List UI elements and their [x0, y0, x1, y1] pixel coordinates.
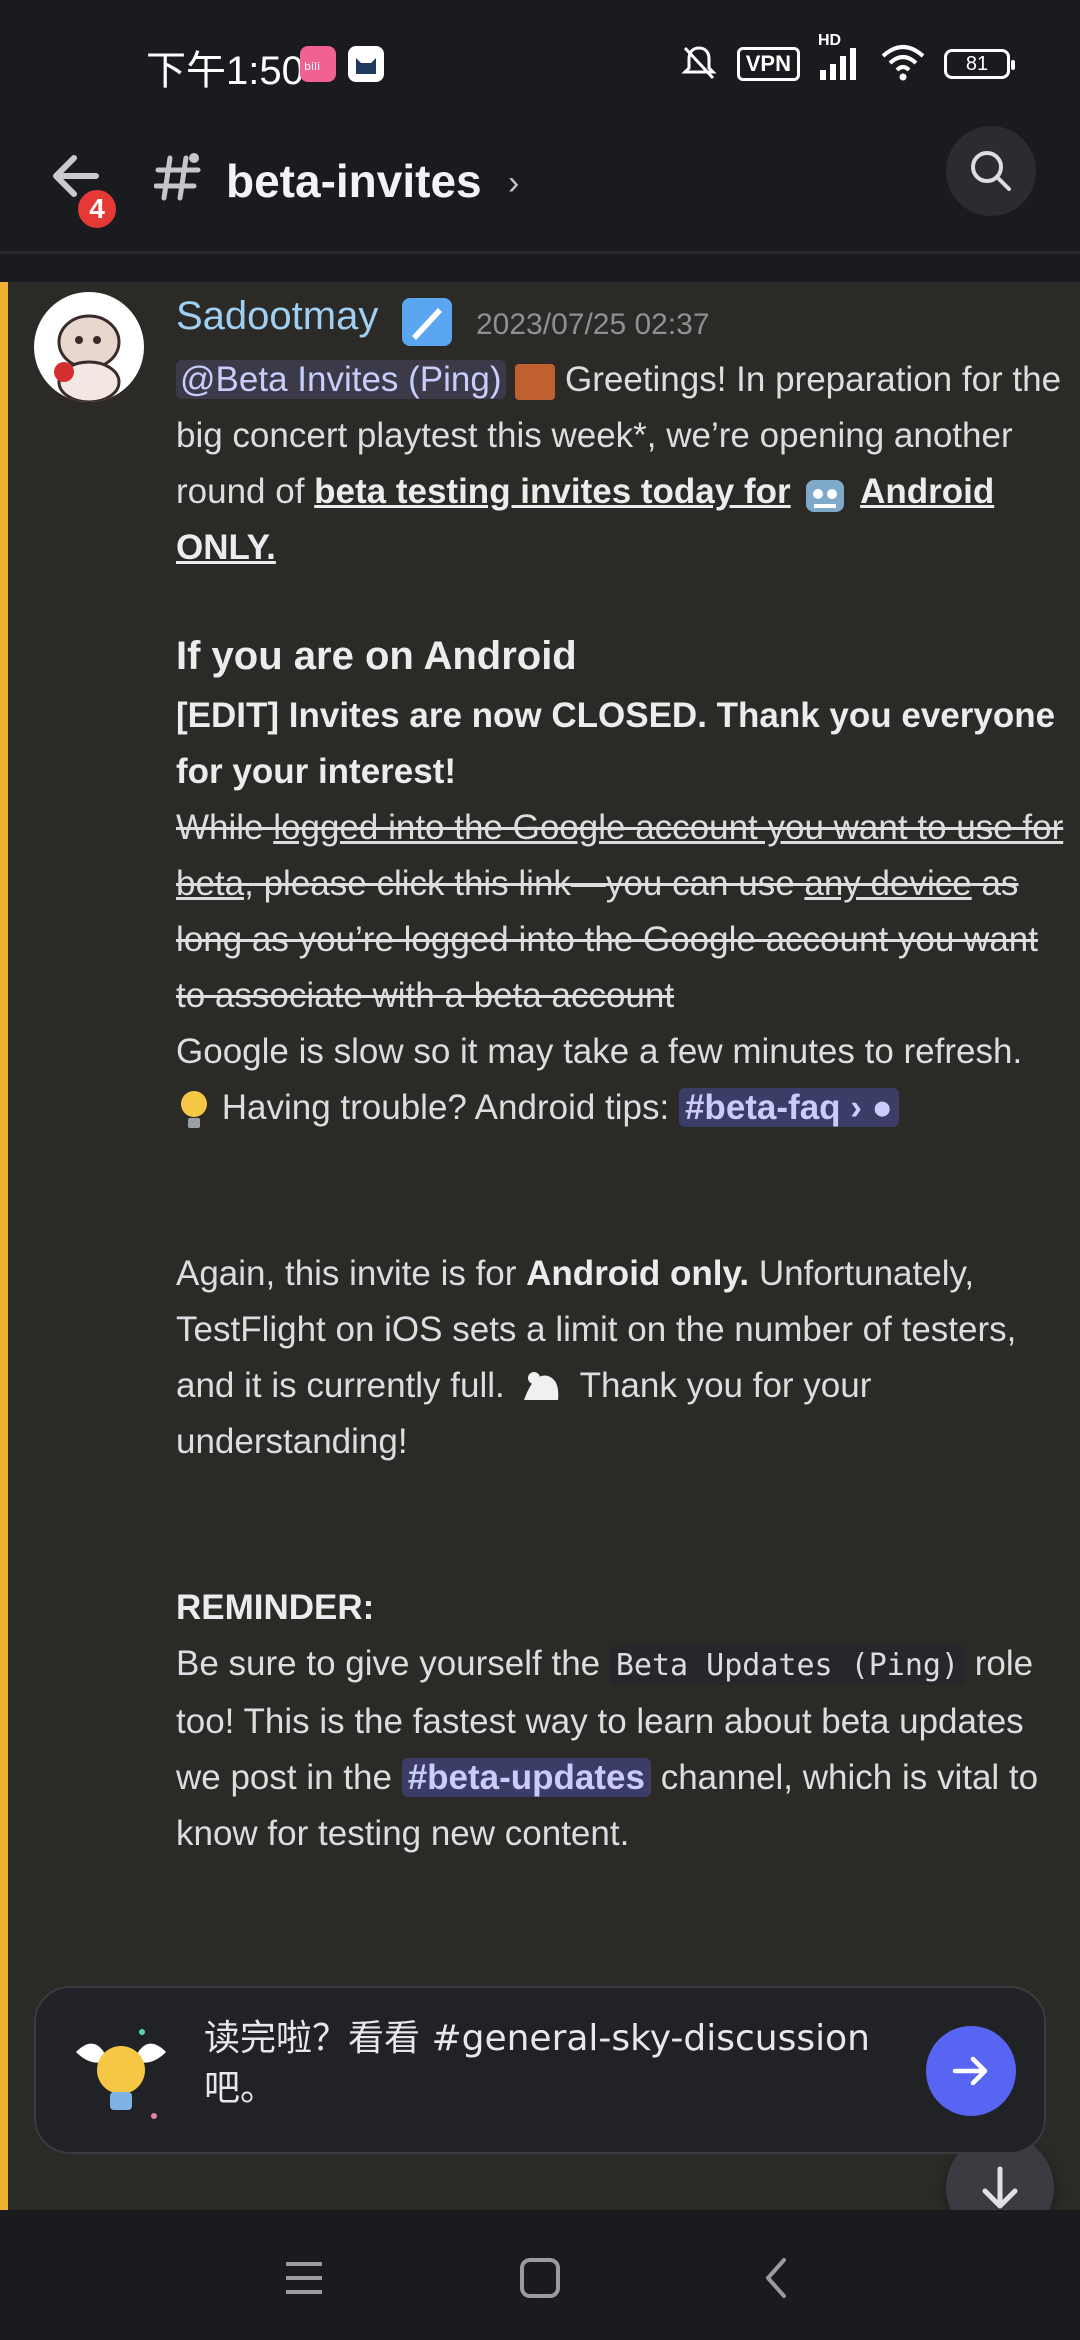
- again-bold: Android only.: [526, 1254, 750, 1293]
- channel-title[interactable]: beta-invites: [226, 154, 482, 208]
- channel-link-beta-updates[interactable]: #beta-updates: [401, 1758, 651, 1797]
- home-icon[interactable]: [510, 2248, 570, 2308]
- message-timestamp: 2023/07/25 02:37: [476, 308, 710, 341]
- channel-link-label: #beta-faq: [684, 1088, 841, 1127]
- edit-notice: [EDIT] Invites are now CLOSED. Thank you…: [176, 696, 1056, 791]
- search-icon: [971, 151, 1011, 191]
- go-to-channel-button[interactable]: [926, 2026, 1016, 2116]
- status-bar: 下午1:50 bili VPN HD 81: [0, 0, 1080, 126]
- status-time: 下午1:50: [146, 49, 304, 93]
- strike-text-1: While: [176, 808, 274, 847]
- winged-lightbulb-icon: [66, 2012, 176, 2132]
- message-body: @Beta Invites (Ping) Greetings! In prepa…: [176, 352, 1066, 1862]
- robot-emoji-icon: [800, 472, 850, 516]
- svg-text:bili: bili: [304, 60, 320, 73]
- wifi-icon: [880, 42, 926, 87]
- mute-icon: [679, 42, 719, 87]
- brick-emoji-icon: [515, 363, 556, 400]
- message-area[interactable]: Sadootmay 2023/07/25 02:37 @Beta Invites…: [0, 282, 1080, 2242]
- bilibili-app-icon: bili: [300, 46, 336, 82]
- dance-emoji-icon: [514, 1366, 570, 1410]
- next-channel-text: 读完啦？看看 #general-sky-discussion 吧。: [204, 2018, 870, 2109]
- vpn-icon: VPN: [736, 47, 800, 81]
- role-mention[interactable]: @Beta Invites (Ping): [176, 360, 506, 399]
- signal-icon: HD: [818, 32, 862, 87]
- role-code: Beta Updates (Ping): [609, 1646, 966, 1685]
- channel-header: 4 beta-invites ›: [0, 126, 1080, 254]
- search-button[interactable]: [946, 126, 1036, 216]
- tips-text: Having trouble? Android tips:: [221, 1088, 679, 1127]
- menu-icon[interactable]: [274, 2248, 334, 2308]
- system-nav-bar: [0, 2210, 1080, 2340]
- lightbulb-emoji-icon: [176, 1088, 212, 1132]
- intro-link[interactable]: beta testing invites today for: [314, 472, 790, 511]
- message-author[interactable]: Sadootmay: [176, 294, 378, 339]
- struck-instructions: While logged into the Google account you…: [176, 800, 1066, 1024]
- arrow-down-icon: [982, 2166, 1018, 2209]
- unread-badge: 4: [74, 186, 120, 232]
- channel-link-beta-faq[interactable]: #beta-faq › ●: [678, 1088, 899, 1127]
- section-heading: If you are on Android: [176, 634, 577, 678]
- status-icons: VPN HD 81: [679, 32, 1015, 87]
- battery-icon: 81: [944, 49, 1015, 79]
- hd-label: HD: [818, 31, 842, 49]
- channel-hash-icon: [153, 148, 204, 208]
- next-channel-card[interactable]: 读完啦？看看 #general-sky-discussion 吧。: [34, 1986, 1046, 2154]
- role-badge-icon: [402, 298, 452, 346]
- slow-note: Google is slow so it may take a few minu…: [176, 1032, 1023, 1071]
- strike-text-2: please click this link—you can use: [253, 864, 805, 903]
- cat-app-icon: [348, 46, 384, 82]
- avatar[interactable]: [34, 292, 144, 402]
- strike-link-2[interactable]: any device: [804, 864, 971, 903]
- reminder-title: REMINDER:: [176, 1588, 375, 1627]
- again-text-1: Again, this invite is for: [176, 1254, 527, 1293]
- back-icon[interactable]: [748, 2248, 808, 2308]
- reminder-text-1: Be sure to give yourself the: [176, 1644, 610, 1683]
- chevron-right-icon: ›: [508, 164, 520, 202]
- arrow-right-icon: [952, 2056, 988, 2086]
